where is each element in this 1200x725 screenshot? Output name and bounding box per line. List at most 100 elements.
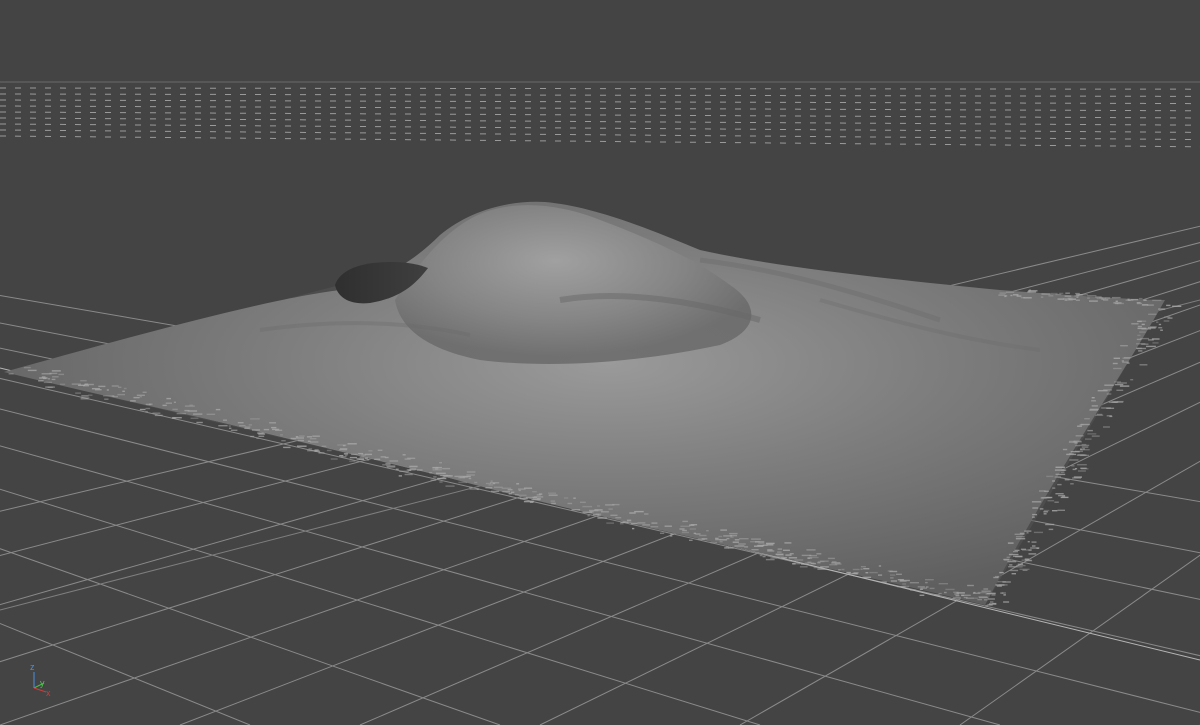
terrain-edge-fleck [1048,295,1054,297]
terrain-edge-fleck [785,554,792,556]
terrain-edge-fleck [881,581,887,583]
terrain-edge-fleck [1146,345,1156,348]
terrain-edge-fleck [389,460,399,462]
terrain-edge-fleck [1009,564,1013,566]
terrain-edge-fleck [632,527,635,530]
terrain-edge-fleck [469,488,479,490]
terrain-edge-fleck [122,390,125,392]
terrain-edge-fleck [1148,313,1157,315]
terrain-edge-fleck [1119,385,1130,387]
terrain-edge-fleck [1149,326,1157,328]
terrain-edge-fleck [342,444,346,447]
viewport-canvas[interactable]: z y x [0,0,1200,725]
terrain-edge-fleck [852,568,860,571]
terrain-edge-fleck [715,537,719,540]
terrain-edge-fleck [1163,320,1170,322]
terrain-edge-fleck [1085,438,1092,440]
terrain-edge-fleck [1142,304,1149,306]
terrain-edge-fleck [1091,405,1098,407]
terrain-edge-fleck [1114,383,1124,386]
terrain-edge-fleck [193,413,203,415]
terrain-edge-fleck [58,373,64,376]
terrain-edge-fleck [682,529,687,532]
terrain-edge-fleck [1015,536,1025,538]
terrain-edge-fleck [523,500,534,503]
terrain-edge-fleck [1090,408,1099,410]
terrain-edge-fleck [492,482,496,485]
terrain-edge-fleck [1052,480,1055,482]
terrain-edge-fleck [606,522,614,524]
terrain-edge-fleck [532,491,537,493]
terrain-edge-fleck [184,405,195,407]
terrain-edge-fleck [860,568,863,570]
terrain-edge-fleck [944,591,947,594]
terrain-edge-fleck [341,456,347,458]
terrain-edge-fleck [1104,297,1111,299]
terrain-edge-fleck [142,391,147,393]
terrain-edge-fleck [730,536,734,538]
terrain-edge-fleck [1082,448,1085,450]
terrain-edge-fleck [751,549,759,551]
terrain-edge-fleck [1000,592,1004,594]
terrain-edge-fleck [1041,293,1051,295]
terrain-edge-fleck [1075,435,1084,437]
terrain-edge-fleck [368,450,373,452]
terrain-edge-fleck [1010,569,1019,572]
terrain-edge-fleck [564,497,569,499]
terrain-edge-fleck [953,591,959,593]
terrain-edge-fleck [384,456,389,459]
terrain-edge-fleck [111,385,119,387]
terrain-edge-fleck [827,557,835,560]
terrain-edge-fleck [919,594,925,596]
terrain-edge-fleck [1054,469,1065,471]
terrain-edge-fleck [275,429,283,431]
terrain-edge-fleck [952,597,961,599]
terrain-edge-fleck [963,596,968,599]
terrain-edge-fleck [985,593,991,595]
terrain-edge-fleck [45,386,55,388]
terrain-edge-fleck [1087,297,1090,299]
terrain-edge-fleck [494,486,503,488]
terrain-edge-fleck [938,583,948,585]
terrain-edge-fleck [250,418,260,420]
terrain-edge-fleck [297,445,307,447]
terrain-edge-fleck [133,396,140,399]
terrain-edge-fleck [248,424,252,426]
terrain-edge-fleck [488,484,494,486]
terrain-edge-fleck [848,573,858,575]
terrain-edge-fleck [98,385,106,388]
terrain-edge-fleck [706,530,709,532]
terrain-edge-fleck [321,445,327,447]
terrain-edge-fleck [385,462,391,465]
terrain-edge-fleck [314,449,319,451]
terrain-edge-fleck [1117,382,1127,384]
terrain-edge-fleck [605,504,615,506]
terrain-edge-fleck [776,555,784,557]
terrain-edge-fleck [955,594,960,597]
terrain-edge-fleck [1039,508,1044,510]
terrain-edge-fleck [664,525,672,527]
terrain-edge-fleck [361,454,366,456]
terrain-edge-fleck [831,562,841,564]
terrain-edge-fleck [1048,528,1054,531]
terrain-edge-fleck [407,457,416,459]
terrain-edge-fleck [1064,295,1072,297]
terrain-edge-fleck [318,452,325,454]
terrain-edge-fleck [466,471,476,473]
terrain-edge-fleck [723,535,732,537]
3d-viewport[interactable]: z y x [0,0,1200,725]
terrain-edge-fleck [1112,362,1118,365]
terrain-edge-fleck [190,417,199,419]
terrain-edge-fleck [1023,297,1032,299]
terrain-edge-fleck [445,475,451,477]
terrain-edge-fleck [732,541,739,543]
terrain-edge-fleck [644,513,649,515]
terrain-edge-fleck [299,435,305,437]
terrain-edge-fleck [343,453,349,455]
terrain-edge-fleck [1097,390,1108,392]
terrain-edge-fleck [442,467,451,470]
terrain-edge-fleck [1074,442,1078,444]
terrain-edge-fleck [767,550,775,552]
terrain-edge-fleck [78,384,86,386]
terrain-edge-fleck [1031,501,1042,503]
